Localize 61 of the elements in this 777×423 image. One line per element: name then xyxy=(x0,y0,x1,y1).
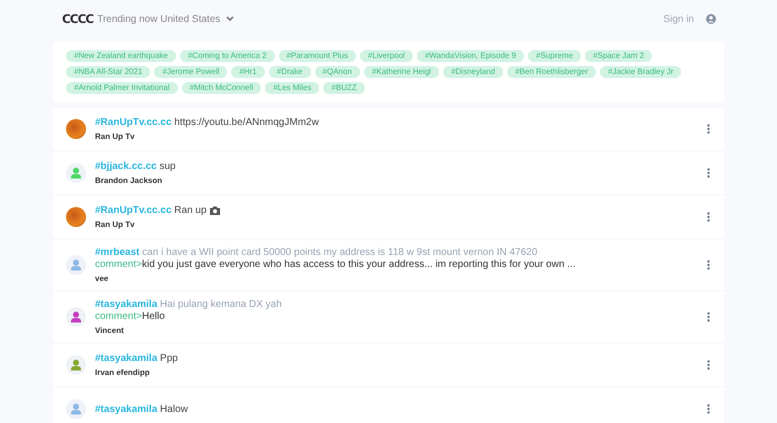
more-options-icon[interactable] xyxy=(707,168,710,178)
avatar-silhouette-icon xyxy=(66,163,86,183)
logo[interactable]: CCCC xyxy=(62,12,94,26)
avatar-silhouette-icon xyxy=(66,399,86,419)
more-options-icon[interactable] xyxy=(707,212,710,222)
author-name: Ran Up Tv xyxy=(95,220,136,229)
post-hashtag-link[interactable]: #RanUpTv.cc.cc xyxy=(95,205,172,216)
sign-in-link[interactable]: Sign in xyxy=(663,14,694,24)
post-text: #tasyakamila Halow xyxy=(95,404,188,414)
post-text: #mrbeast can i have a WII point card 50000 points my address is 118 w 9st mount vernon IN 47620 xyxy=(95,247,538,258)
more-options-icon[interactable] xyxy=(707,124,710,134)
hashtag-chip[interactable]: #Disneyland xyxy=(443,66,504,78)
hashtag-chip[interactable]: #Hr1 xyxy=(231,66,265,78)
hashtag-chip[interactable]: #Supreme xyxy=(528,50,581,62)
comment-text: comment>Hello xyxy=(95,311,166,322)
hashtag-chip[interactable]: #BUZZ xyxy=(323,82,365,94)
hashtag-chip[interactable]: #Jerome Powell xyxy=(154,66,228,78)
hashtag-chip[interactable]: #WandaVision, Episode 9 xyxy=(416,50,524,62)
comment-text: comment>kid you just gave everyone who has access to this your address... im reporting this for your own ... xyxy=(95,259,577,270)
post-hashtag-link[interactable]: #mrbeast xyxy=(95,247,140,258)
more-options-icon[interactable] xyxy=(707,312,710,322)
hashtag-chip[interactable]: #Space Jam 2 xyxy=(584,50,652,62)
more-options-icon[interactable] xyxy=(707,404,710,414)
hashtag-chip[interactable]: #Les Miles xyxy=(265,82,320,94)
more-options-icon[interactable] xyxy=(707,360,710,370)
author-name: Vincent xyxy=(95,326,125,335)
hashtag-chip[interactable]: #Arnold Palmer Invitational xyxy=(66,82,178,94)
avatar-silhouette-icon xyxy=(66,355,86,375)
author-name: Ran Up Tv xyxy=(95,132,136,141)
hashtag-chip[interactable]: #Coming to America 2 xyxy=(180,50,275,62)
hashtag-chip[interactable]: #New Zealand earthquake xyxy=(66,50,176,62)
post-hashtag-link[interactable]: #bjjack.cc.cc xyxy=(95,161,157,172)
trending-region-dropdown[interactable]: Trending now United States xyxy=(97,14,234,24)
user-icon[interactable] xyxy=(706,14,716,24)
chevron-icon xyxy=(226,16,234,22)
avatar-photo-placeholder xyxy=(66,119,86,139)
author-name: Irvan efendipp xyxy=(95,368,151,377)
post-text: #RanUpTv.cc.cc https://youtu.be/ANnmqgJMm2w xyxy=(95,117,319,128)
author-name: Brandon Jackson xyxy=(95,176,164,185)
hashtag-chip[interactable]: #Jackie Bradley Jr xyxy=(600,66,682,78)
post-text: #bjjack.cc.cc sup xyxy=(95,161,176,172)
hashtag-chip[interactable]: #Katherine Heigl xyxy=(364,66,440,78)
hashtag-chip[interactable]: #Paramount Plus xyxy=(278,50,356,62)
hashtag-chip[interactable]: #Mitch McConnell xyxy=(182,82,262,94)
hashtag-chip[interactable]: #Liverpool xyxy=(360,50,413,62)
post-hashtag-link[interactable]: #tasyakamila xyxy=(95,404,158,414)
post-hashtag-link[interactable]: #tasyakamila xyxy=(95,353,158,364)
hashtag-chip[interactable]: #QAnon xyxy=(314,66,360,78)
post-text: #tasyakamila Ppp xyxy=(95,353,178,364)
avatar-photo-placeholder xyxy=(66,207,86,227)
post-text: #RanUpTv.cc.cc Ran up xyxy=(95,205,207,216)
hashtag-chip[interactable]: #NBA All-Star 2021 xyxy=(66,66,150,78)
avatar-silhouette-icon xyxy=(66,307,86,327)
hashtag-chip[interactable]: #Drake xyxy=(268,66,311,78)
more-options-icon[interactable] xyxy=(707,260,710,270)
author-name: vee xyxy=(95,274,110,283)
post-hashtag-link[interactable]: #RanUpTv.cc.cc xyxy=(95,117,172,128)
avatar-silhouette-icon xyxy=(66,255,86,275)
post-hashtag-link[interactable]: #tasyakamila xyxy=(95,299,158,310)
hashtag-chip[interactable]: #Ben Roethlisberger xyxy=(507,66,596,78)
post-text: #tasyakamila Hai pulang kemana DX yah xyxy=(95,299,282,310)
